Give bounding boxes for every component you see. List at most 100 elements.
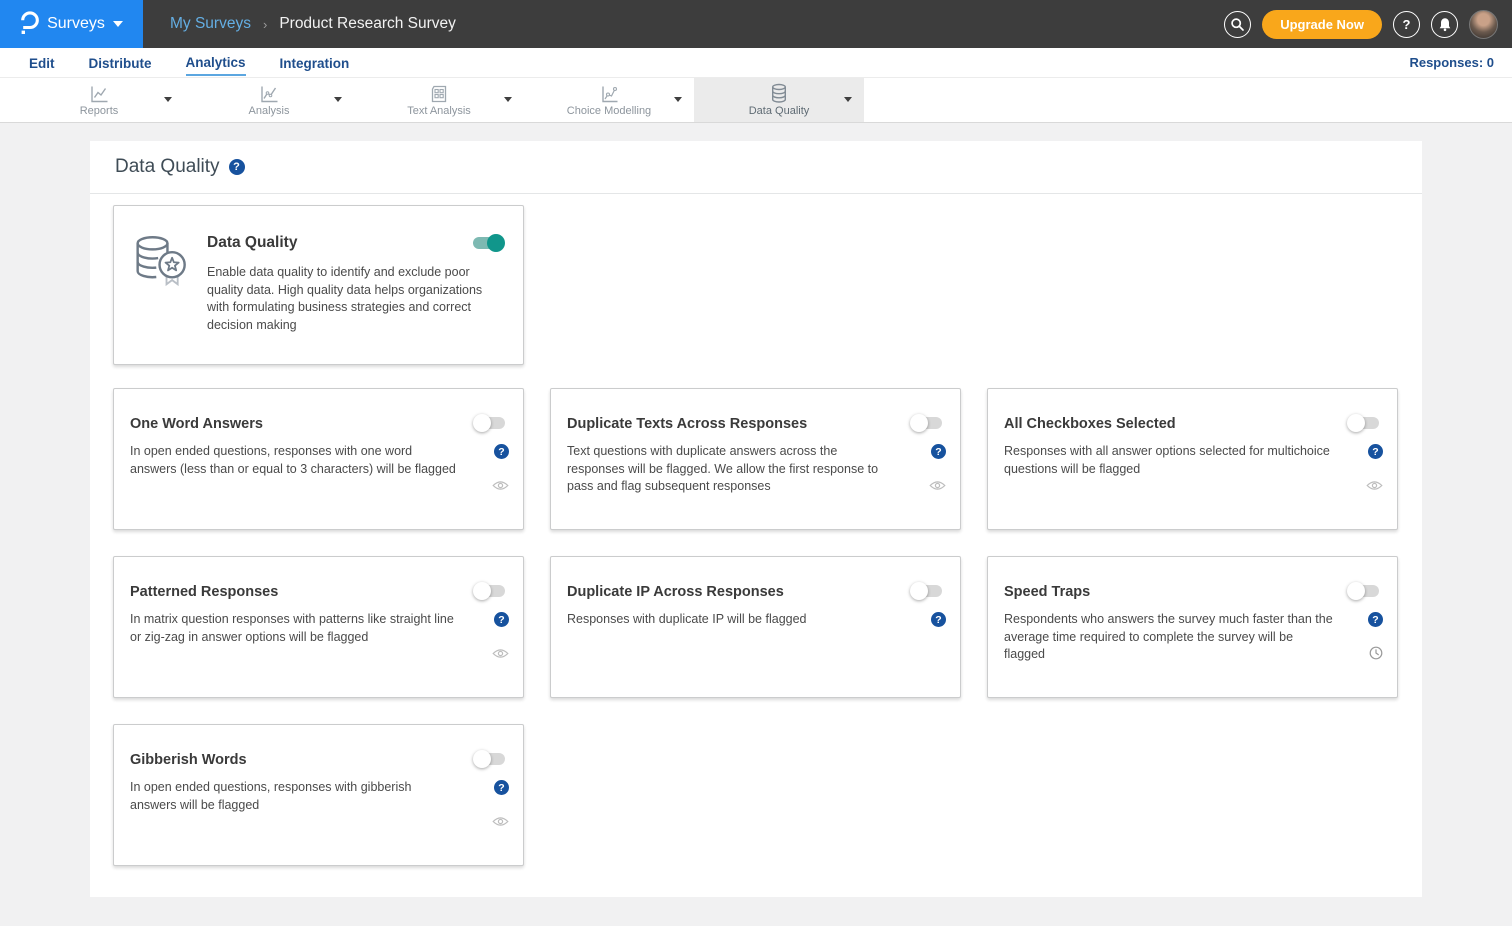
toolbar-item-label: Reports <box>80 105 119 117</box>
card-description: In open ended questions, responses with … <box>130 779 507 814</box>
panel-header: Data Quality ? <box>90 141 1422 194</box>
toggle-knob <box>473 582 491 600</box>
tab-analytics[interactable]: Analytics <box>186 50 246 76</box>
master-card-description: Enable data quality to identify and excl… <box>207 264 505 334</box>
card-title: All Checkboxes Selected <box>1004 416 1381 432</box>
master-card-title: Data Quality <box>207 234 505 252</box>
card-toggle[interactable] <box>912 417 942 429</box>
feature-card: All Checkboxes Selected Responses with a… <box>987 388 1398 530</box>
toolbar-item-text-analysis[interactable]: Text Analysis <box>354 78 524 122</box>
toolbar-item-choice-modelling[interactable]: Choice Modelling <box>524 78 694 122</box>
analysis-dropdown-caret-icon[interactable] <box>334 97 342 102</box>
notifications-button[interactable] <box>1431 11 1458 38</box>
choice-modelling-icon <box>599 84 620 104</box>
eye-icon[interactable] <box>492 646 509 664</box>
toggle-knob <box>487 234 505 252</box>
toolbar-item-label: Data Quality <box>749 105 810 117</box>
app-window: Surveys My Surveys › Product Research Su… <box>0 0 1512 926</box>
toolbar-item-data-quality[interactable]: Data Quality <box>694 78 864 122</box>
product-name: Surveys <box>47 15 105 33</box>
toolbar-item-analysis[interactable]: Analysis <box>184 78 354 122</box>
card-title: Speed Traps <box>1004 584 1381 600</box>
search-icon <box>1230 17 1245 32</box>
card-description: In matrix question responses with patter… <box>130 611 507 646</box>
card-help-icon[interactable]: ? <box>494 612 509 627</box>
feature-card: Duplicate Texts Across Responses Text qu… <box>550 388 961 530</box>
responses-count: Responses: 0 <box>1409 55 1494 70</box>
eye-icon[interactable] <box>929 478 946 496</box>
toggle-knob <box>473 414 491 432</box>
card-help-icon[interactable]: ? <box>1368 612 1383 627</box>
card-description: Responses with all answer options select… <box>1004 443 1381 478</box>
card-title: Duplicate IP Across Responses <box>567 584 944 600</box>
eye-icon[interactable] <box>1366 478 1383 496</box>
card-toggle[interactable] <box>1349 585 1379 597</box>
page-title: Data Quality <box>115 156 220 178</box>
card-description: Text questions with duplicate answers ac… <box>567 443 944 496</box>
eye-icon[interactable] <box>492 814 509 832</box>
card-help-icon[interactable]: ? <box>1368 444 1383 459</box>
cards-grid: One Word Answers In open ended questions… <box>113 388 1422 866</box>
tab-integration[interactable]: Integration <box>280 51 350 75</box>
header-actions: Upgrade Now ? <box>1224 10 1512 39</box>
survey-nav-tabs: Edit Distribute Analytics Integration Re… <box>0 48 1512 78</box>
database-badge-icon <box>132 234 188 364</box>
eye-icon[interactable] <box>492 478 509 496</box>
card-toggle[interactable] <box>475 417 505 429</box>
page-help-icon[interactable]: ? <box>229 159 245 175</box>
clock-icon[interactable] <box>1369 646 1383 665</box>
card-toggle[interactable] <box>475 585 505 597</box>
card-toggle[interactable] <box>912 585 942 597</box>
data-quality-panel: Data Quality ? <box>90 141 1422 897</box>
feature-card: One Word Answers In open ended questions… <box>113 388 524 530</box>
card-title: Patterned Responses <box>130 584 507 600</box>
reports-dropdown-caret-icon[interactable] <box>164 97 172 102</box>
card-help-icon[interactable]: ? <box>494 444 509 459</box>
toggle-knob <box>910 582 928 600</box>
card-help-icon[interactable]: ? <box>931 444 946 459</box>
questionpro-logo-icon <box>20 9 39 40</box>
analytics-toolbar: Reports Analysis <box>0 78 1512 123</box>
chevron-down-icon <box>113 21 123 27</box>
top-header-bar: Surveys My Surveys › Product Research Su… <box>0 0 1512 48</box>
text-analysis-icon <box>429 84 449 104</box>
card-toggle[interactable] <box>475 753 505 765</box>
analysis-chart-icon <box>259 84 280 104</box>
search-button[interactable] <box>1224 11 1251 38</box>
card-help-icon[interactable]: ? <box>494 780 509 795</box>
data-quality-dropdown-caret-icon[interactable] <box>844 97 852 102</box>
data-quality-toggle[interactable] <box>473 237 503 249</box>
toolbar-item-label: Choice Modelling <box>567 105 651 117</box>
toolbar-item-label: Analysis <box>249 105 290 117</box>
breadcrumb-separator-icon: › <box>263 17 267 32</box>
text-analysis-dropdown-caret-icon[interactable] <box>504 97 512 102</box>
toggle-knob <box>910 414 928 432</box>
panel-body: Data Quality Enable data quality to iden… <box>90 194 1422 866</box>
page-content: Data Quality ? <box>0 123 1512 926</box>
breadcrumb: My Surveys › Product Research Survey <box>170 15 456 33</box>
toolbar-item-label: Text Analysis <box>407 105 471 117</box>
bell-icon <box>1438 17 1452 32</box>
feature-card: Duplicate IP Across Responses Responses … <box>550 556 961 698</box>
toggle-knob <box>1347 582 1365 600</box>
feature-card: Patterned Responses In matrix question r… <box>113 556 524 698</box>
card-description: In open ended questions, responses with … <box>130 443 507 478</box>
toolbar-item-reports[interactable]: Reports <box>14 78 184 122</box>
card-title: One Word Answers <box>130 416 507 432</box>
card-toggle[interactable] <box>1349 417 1379 429</box>
upgrade-now-button[interactable]: Upgrade Now <box>1262 10 1382 39</box>
breadcrumb-my-surveys[interactable]: My Surveys <box>170 15 251 33</box>
product-switcher[interactable]: Surveys <box>0 0 143 48</box>
toggle-knob <box>473 750 491 768</box>
feature-card: Gibberish Words In open ended questions,… <box>113 724 524 866</box>
choice-modelling-dropdown-caret-icon[interactable] <box>674 97 682 102</box>
tab-distribute[interactable]: Distribute <box>89 51 152 75</box>
user-avatar[interactable] <box>1469 10 1498 39</box>
help-button[interactable]: ? <box>1393 11 1420 38</box>
card-title: Duplicate Texts Across Responses <box>567 416 944 432</box>
breadcrumb-current-survey: Product Research Survey <box>279 15 456 33</box>
tab-edit[interactable]: Edit <box>29 51 55 75</box>
master-card-content: Data Quality Enable data quality to iden… <box>207 234 505 364</box>
card-help-icon[interactable]: ? <box>931 612 946 627</box>
data-quality-master-card: Data Quality Enable data quality to iden… <box>113 205 524 365</box>
